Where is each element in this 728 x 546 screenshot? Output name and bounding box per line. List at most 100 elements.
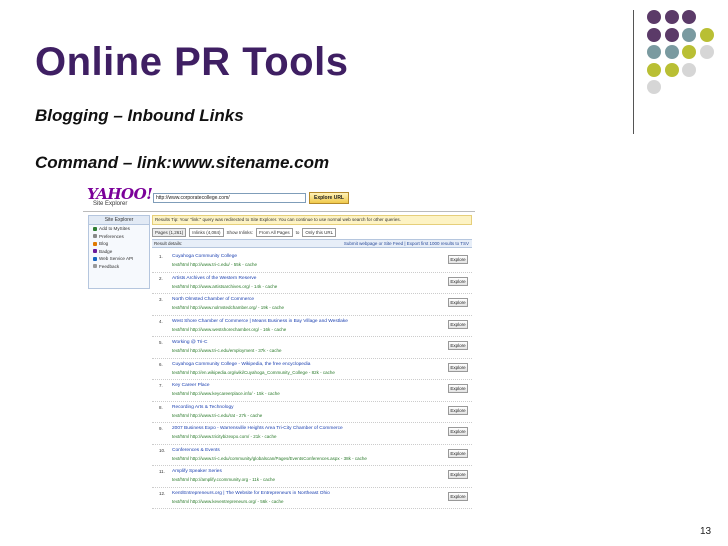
show-inlinks-select[interactable]: From All Pages [256, 227, 293, 237]
yahoo-logo-word: YAHOO! [87, 185, 153, 203]
nav-item-icon [93, 226, 97, 231]
decor-dot [647, 80, 661, 94]
result-row: 8. Recording Arts & Technology text/html h… [152, 402, 472, 423]
nav-item-icon [93, 241, 97, 246]
result-row: 9. 2007 Business Expo - Warrensville Heig… [152, 423, 472, 445]
subtitle-blogging: Blogging – Inbound Links [35, 106, 244, 125]
result-details-label: Result details: [154, 241, 183, 246]
result-title-link[interactable]: Key Career Place [172, 383, 210, 388]
explore-button[interactable]: Explore [448, 405, 468, 415]
nav-item[interactable]: Badge [89, 248, 149, 256]
export-links[interactable]: Submit webpage or Site Feed | Export fir… [344, 240, 469, 247]
result-title-link[interactable]: Working @ Tri-C [172, 340, 207, 345]
explore-button[interactable]: Explore [448, 384, 468, 393]
explore-button[interactable]: Explore [448, 427, 468, 436]
explore-button[interactable]: Explore [448, 491, 468, 501]
results-tabs: Pages (1,261) Inlinks (4,084) Show Inlin… [152, 227, 472, 237]
decor-dot-grid [647, 10, 722, 110]
nav-item-label: Add to MySites [99, 226, 130, 231]
result-number: 6. [159, 361, 163, 367]
page-number: 13 [700, 526, 712, 537]
slide-title: Online PR Tools [35, 40, 349, 84]
scope-select[interactable]: Only this URL [302, 227, 337, 237]
nav-item[interactable]: Blog [89, 240, 149, 248]
result-title-link[interactable]: Conferences & Events [172, 448, 220, 453]
decor-dot [647, 27, 661, 42]
to-label: to [295, 229, 300, 235]
result-row: 4. West Shore Chamber of Commerce | Means… [152, 316, 472, 337]
result-row: 7. Key Career Place text/html http://www.k… [152, 380, 472, 402]
result-row: 1. Cuyahoga Community College text/html ht… [152, 251, 472, 273]
nav-item-label: Blog [99, 241, 109, 246]
result-title-link[interactable]: Cuyahoga Community College - Wikipedia, … [172, 362, 310, 367]
result-url[interactable]: text/html http://www.tri-c.edu/ - 55k - … [172, 262, 257, 267]
result-url[interactable]: text/html http://www.tri-c.edu/rat - 27k… [172, 413, 262, 418]
explore-url-button[interactable]: Explore URL [309, 192, 349, 204]
yahoo-logo: YAHOO! Site Explorer [87, 185, 153, 209]
result-title-link[interactable]: 2007 Business Expo - Warrensville Height… [172, 426, 343, 431]
result-number: 5. [159, 340, 163, 345]
result-url[interactable]: text/html http://www.keventrepreneurs.or… [172, 499, 284, 504]
nav-item[interactable]: Preferences [89, 233, 149, 241]
result-row: 6. Cuyahoga Community College - Wikipedia… [152, 359, 472, 380]
header-divider [83, 211, 475, 212]
result-number: 3. [159, 297, 163, 302]
nav-list: Add to MySites Preferences Blog Badge Web Se… [89, 225, 149, 270]
decor-dot [664, 27, 679, 42]
nav-item-icon [93, 234, 97, 239]
nav-item-label: Badge [99, 248, 113, 254]
decor-dot [664, 10, 679, 24]
decor-dot [647, 10, 661, 24]
result-url[interactable]: text/html http://www.tricitybizexpo.com/… [172, 434, 277, 439]
decor-dot [682, 45, 696, 59]
result-url[interactable]: text/html http://www.tri-c.edu/employmen… [172, 348, 282, 353]
result-title-link[interactable]: West Shore Chamber of Commerce | Means B… [172, 319, 348, 324]
explore-button[interactable]: Explore [448, 470, 468, 479]
result-title-link[interactable]: Kent/Entrepreneurs.org | The Website for… [172, 491, 330, 496]
results-list: 1. Cuyahoga Community College text/html ht… [152, 251, 472, 509]
nav-item[interactable]: Web Service API [89, 255, 149, 263]
tab-inlinks[interactable]: Inlinks (4,084) [189, 227, 224, 237]
result-url[interactable]: text/html http://en.wikipedia.org/wiki/C… [172, 370, 335, 375]
explore-button[interactable]: Explore [448, 341, 468, 350]
decor-dot [682, 27, 696, 42]
result-number: 11. [159, 469, 165, 474]
decor-dot [647, 62, 661, 77]
site-explorer-nav: Site Explorer Add to MySites Preferences B… [88, 215, 150, 289]
explore-button[interactable]: Explore [448, 255, 468, 264]
result-row: 5. Working @ Tri-C text/html http://www.tr… [152, 337, 472, 359]
result-title-link[interactable]: Recording Arts & Technology [172, 405, 234, 410]
decor-dot [682, 10, 696, 24]
explore-button[interactable]: Explore [448, 448, 468, 458]
explore-button[interactable]: Explore [448, 298, 468, 307]
result-url[interactable]: text/html http://www.tri-c.edu/community… [172, 456, 367, 461]
result-number: 9. [159, 426, 163, 431]
explore-button[interactable]: Explore [448, 319, 468, 329]
nav-item-label: Web Service API [99, 256, 134, 261]
explore-button[interactable]: Explore [448, 276, 468, 286]
nav-item-icon [93, 249, 97, 254]
result-title-link[interactable]: Cuyahoga Community College [172, 254, 237, 259]
result-url[interactable]: text/html http://www.westshorechamber.or… [172, 327, 286, 332]
nav-title: Site Explorer [89, 216, 149, 225]
result-title-link[interactable]: Amplify Speaker Series [172, 469, 222, 474]
result-number: 10. [159, 447, 166, 453]
result-title-link[interactable]: North Olmsted Chamber of Commerce [172, 297, 254, 302]
result-url[interactable]: text/html http://amplify.ccommunity.org … [172, 477, 275, 482]
subtitle-command: Command – link:www.sitename.com [35, 153, 330, 172]
result-title-link[interactable]: Artists Archives of the Western Reserve [172, 276, 256, 281]
result-url[interactable]: text/html http://www.artistsarchives.org… [172, 284, 277, 289]
result-url[interactable]: text/html http://www.keycareerplace.info… [172, 391, 280, 396]
result-number: 1. [159, 254, 163, 259]
result-number: 2. [159, 275, 163, 281]
nav-item[interactable]: Add to MySites [89, 225, 149, 233]
result-url[interactable]: text/html http://www.nolmstedchamber.org… [172, 305, 284, 310]
decor-divider [633, 10, 634, 134]
decor-dot [647, 45, 661, 59]
tab-pages[interactable]: Pages (1,261) [152, 227, 187, 237]
explore-button[interactable]: Explore [448, 362, 468, 372]
url-input[interactable]: http://www.corporatecollege.com/ [153, 193, 306, 203]
nav-item[interactable]: Feedback [89, 263, 149, 271]
decor-dot [664, 45, 679, 59]
results-notice: Results Tip: Your "link:" query was redi… [152, 215, 472, 225]
